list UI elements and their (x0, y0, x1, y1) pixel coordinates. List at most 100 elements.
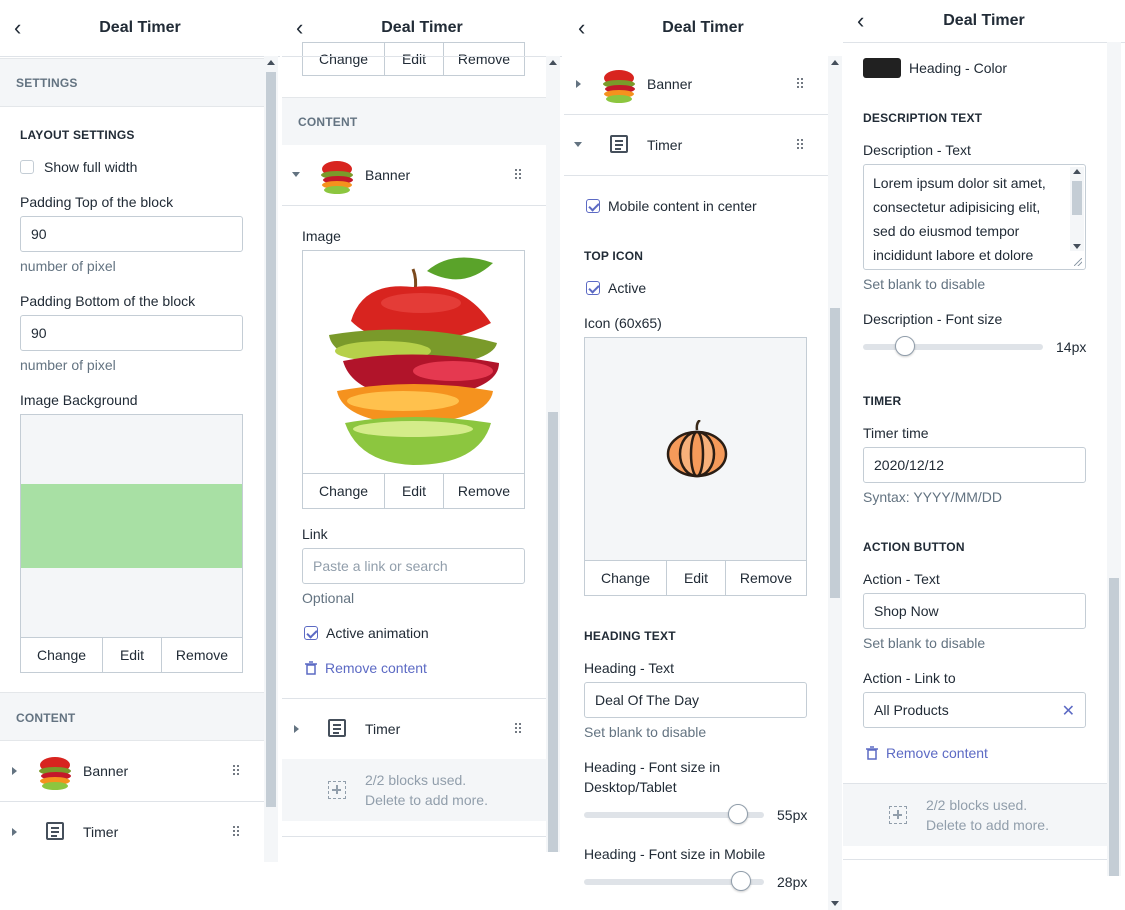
add-block-icon (328, 781, 346, 799)
collapse-caret-icon[interactable] (292, 172, 300, 177)
action-text-input[interactable]: Shop Now (863, 593, 1086, 629)
drag-handle-icon[interactable] (233, 765, 241, 777)
page-title: Deal Timer (99, 19, 181, 36)
desc-font-value: 14px (1056, 339, 1087, 355)
padding-bottom-input[interactable]: 90 (20, 315, 243, 351)
scroll-thumb[interactable] (548, 412, 558, 852)
drag-handle-icon[interactable] (515, 169, 523, 181)
fruit-thumbnail-icon (35, 751, 75, 791)
timer-block-row[interactable]: Timer (564, 115, 828, 176)
heading-text-label: Heading - Text (584, 660, 675, 676)
font-desktop-label-1: Heading - Font size in (584, 759, 721, 775)
banner-image-buttons: Change Edit Remove (302, 473, 525, 509)
scroll-up-icon[interactable] (267, 60, 275, 65)
action-link-input[interactable]: All Products ✕ (863, 692, 1086, 728)
remove-button[interactable]: Remove (162, 638, 242, 672)
remove-content-link[interactable]: Remove content (325, 660, 427, 676)
drag-handle-icon[interactable] (797, 139, 805, 151)
timer-block-row[interactable]: Timer (282, 698, 546, 760)
blocks-used-notice: 2/2 blocks used. Delete to add more. (282, 759, 546, 821)
scroll-thumb[interactable] (1109, 578, 1119, 876)
padding-top-input[interactable]: 90 (20, 216, 243, 252)
banner-block-row[interactable]: Banner (282, 145, 546, 206)
remove-button[interactable]: Remove (444, 474, 524, 508)
remove-content-link[interactable]: Remove content (886, 745, 988, 761)
textarea-scroll-thumb[interactable] (1072, 181, 1082, 215)
font-desktop-label-2: Desktop/Tablet (584, 779, 677, 795)
edit-button[interactable]: Edit (385, 474, 444, 508)
top-icon-heading: TOP ICON (584, 249, 644, 263)
timer-time-label: Timer time (863, 425, 929, 441)
timer-time-input[interactable]: 2020/12/12 (863, 447, 1086, 483)
mobile-center-checkbox[interactable] (586, 199, 600, 213)
font-desktop-value: 55px (777, 807, 808, 823)
scroll-thumb[interactable] (830, 308, 840, 598)
icon-buttons: Change Edit Remove (584, 560, 807, 596)
expand-caret-icon[interactable] (12, 828, 17, 836)
font-mobile-label: Heading - Font size in Mobile (584, 846, 766, 862)
change-button[interactable]: Change (21, 638, 103, 672)
active-checkbox[interactable] (586, 281, 600, 295)
heading-color-label: Heading - Color (909, 60, 1008, 76)
drag-handle-icon[interactable] (233, 826, 241, 838)
desc-font-label: Description - Font size (863, 311, 1003, 327)
scroll-up-icon[interactable] (549, 60, 557, 65)
collapse-caret-icon[interactable] (574, 142, 582, 147)
expand-caret-icon[interactable] (294, 725, 299, 733)
banner-image-preview (302, 250, 525, 474)
scroll-up-icon[interactable] (831, 60, 839, 65)
scrollbar[interactable] (828, 56, 842, 910)
desc-line: Lorem ipsum dolor sit amet, (873, 175, 1046, 191)
heading-text-input[interactable]: Deal Of The Day (584, 682, 807, 718)
banner-block-row[interactable]: Banner (564, 56, 828, 115)
show-full-width-label: Show full width (44, 159, 138, 175)
fruit-thumbnail-icon (317, 155, 357, 195)
banner-block-name: Banner (365, 167, 411, 183)
font-desktop-slider[interactable] (584, 804, 764, 824)
timer-block-row[interactable]: Timer (0, 802, 264, 862)
padding-bottom-label: Padding Bottom of the block (20, 293, 196, 309)
change-button[interactable]: Change (585, 561, 667, 595)
scrollbar[interactable] (264, 56, 278, 862)
header-cover (282, 0, 562, 57)
clear-link-icon[interactable]: ✕ (1062, 701, 1075, 721)
remove-button[interactable]: Remove (726, 561, 806, 595)
active-animation-checkbox[interactable] (304, 626, 318, 640)
scroll-thumb[interactable] (266, 72, 276, 807)
expand-caret-icon[interactable] (12, 767, 17, 775)
show-full-width-checkbox[interactable] (20, 160, 34, 174)
description-textarea[interactable]: Lorem ipsum dolor sit amet, consectetur … (863, 164, 1086, 270)
banner-block-row[interactable]: Banner (0, 741, 264, 802)
trash-icon[interactable] (304, 661, 318, 675)
change-button[interactable]: Change (303, 474, 385, 508)
edit-button[interactable]: Edit (667, 561, 726, 595)
mobile-center-label: Mobile content in center (608, 198, 757, 214)
scroll-down-icon[interactable] (831, 901, 839, 906)
content-section-label: CONTENT (16, 711, 76, 725)
slider-handle[interactable] (728, 804, 748, 824)
font-mobile-slider[interactable] (584, 871, 764, 891)
resize-grip-icon[interactable] (1074, 258, 1082, 266)
slider-handle[interactable] (895, 336, 915, 356)
heading-color-swatch[interactable] (863, 58, 901, 78)
scrollbar[interactable] (1107, 42, 1121, 876)
active-label: Active (608, 280, 647, 296)
expand-caret-icon[interactable] (576, 80, 581, 88)
header: ‹ Deal Timer (843, 0, 1125, 43)
slider-handle[interactable] (731, 871, 752, 891)
fruit-slices-image (329, 257, 499, 465)
desc-line: sed do eiusmod tempor (873, 223, 1020, 239)
textarea-scrollbar[interactable] (1070, 167, 1084, 251)
timer-block-name: Timer (365, 721, 401, 737)
desc-font-slider[interactable] (863, 336, 1043, 356)
desc-line: consectetur adipisicing elit, (873, 199, 1041, 215)
action-text-label: Action - Text (863, 571, 940, 587)
trash-icon[interactable] (865, 746, 879, 760)
edit-button[interactable]: Edit (103, 638, 162, 672)
link-input[interactable]: Paste a link or search (302, 548, 525, 584)
description-text-heading: DESCRIPTION TEXT (863, 111, 983, 125)
drag-handle-icon[interactable] (797, 78, 805, 90)
header: ‹ Deal Timer (564, 0, 842, 57)
drag-handle-icon[interactable] (515, 723, 523, 735)
scrollbar[interactable] (546, 56, 560, 852)
